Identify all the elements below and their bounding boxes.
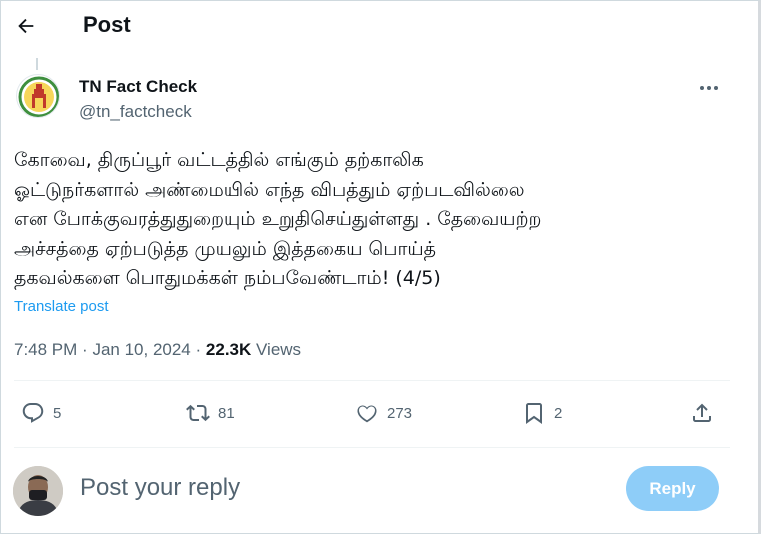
views-label: Views bbox=[256, 340, 302, 359]
share-icon bbox=[693, 403, 711, 422]
user-photo-icon bbox=[13, 466, 63, 516]
reply-input[interactable]: Post your reply bbox=[80, 474, 240, 502]
reply-icon bbox=[22, 403, 44, 423]
reply-button[interactable]: 5 bbox=[21, 393, 61, 433]
emblem-icon bbox=[18, 76, 59, 117]
bookmark-button[interactable]: 2 bbox=[522, 393, 562, 433]
repost-button[interactable]: 81 bbox=[186, 393, 235, 433]
post-page: Post TN Fact Check @tn_factcheck கோவை, த… bbox=[0, 0, 761, 534]
meta-separator: · bbox=[195, 340, 202, 359]
author-name[interactable]: TN Fact Check bbox=[79, 77, 197, 97]
more-button[interactable] bbox=[695, 77, 723, 99]
reply-submit-button[interactable]: Reply bbox=[626, 466, 719, 511]
translate-post-link[interactable]: Translate post bbox=[14, 298, 109, 315]
post-text: கோவை, திருப்பூர் வட்டத்தில் எங்கும் தற்க… bbox=[14, 149, 542, 289]
like-count: 273 bbox=[387, 404, 413, 422]
author-avatar[interactable] bbox=[16, 74, 60, 118]
header: Post bbox=[1, 1, 741, 51]
views-count: 22.3K bbox=[205, 340, 252, 359]
back-button[interactable] bbox=[11, 11, 41, 41]
back-arrow-icon bbox=[18, 18, 34, 34]
repost-count: 81 bbox=[218, 404, 235, 422]
more-icon bbox=[700, 86, 718, 90]
like-button[interactable]: 273 bbox=[355, 393, 412, 433]
action-bar: 5 81 273 2 bbox=[1, 393, 741, 433]
post-time[interactable]: 7:48 PM bbox=[14, 340, 77, 359]
divider bbox=[14, 447, 730, 448]
divider bbox=[14, 380, 730, 381]
author-handle[interactable]: @tn_factcheck bbox=[79, 102, 192, 122]
reply-count: 5 bbox=[53, 404, 62, 422]
post-date[interactable]: Jan 10, 2024 bbox=[92, 340, 190, 359]
thread-line bbox=[36, 58, 38, 70]
meta-separator: · bbox=[82, 340, 88, 359]
page-title: Post bbox=[83, 12, 131, 37]
share-button[interactable] bbox=[690, 393, 714, 433]
user-avatar[interactable] bbox=[13, 466, 63, 516]
bookmark-icon bbox=[526, 403, 542, 424]
post-meta: 7:48 PM · Jan 10, 2024 · 22.3K Views bbox=[14, 340, 301, 360]
bookmark-count: 2 bbox=[554, 404, 563, 422]
repost-icon bbox=[186, 404, 210, 422]
like-icon bbox=[357, 405, 377, 423]
